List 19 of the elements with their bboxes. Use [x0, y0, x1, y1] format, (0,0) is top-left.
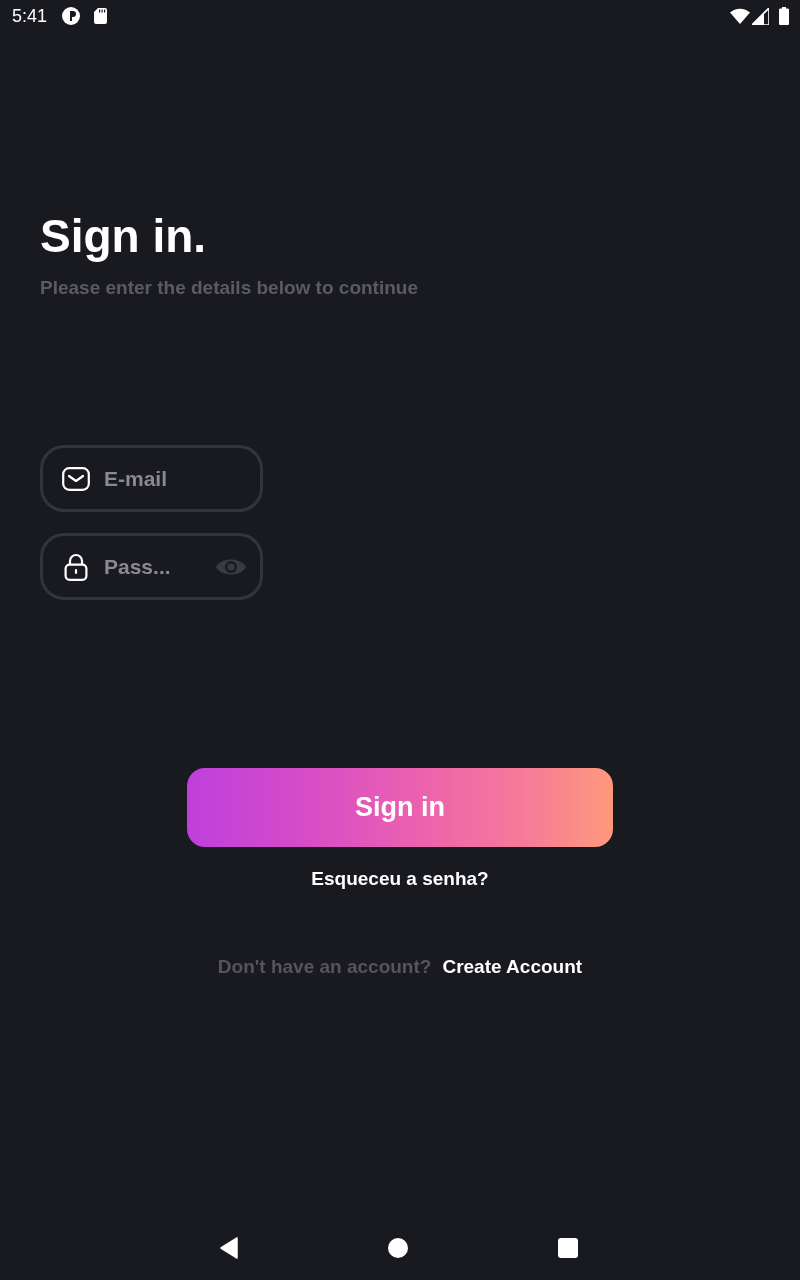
- sd-card-icon: [94, 8, 108, 24]
- page-title: Sign in.: [40, 209, 207, 264]
- create-account-link[interactable]: Create Account: [442, 955, 583, 979]
- mail-icon: [62, 466, 90, 491]
- battery-icon: [779, 7, 789, 25]
- email-field[interactable]: E-mail: [40, 445, 263, 512]
- password-field[interactable]: Pass...: [40, 533, 263, 600]
- signup-prompt: Don't have an account?: [217, 955, 432, 979]
- round-logo-icon: [62, 7, 81, 25]
- home-icon[interactable]: [388, 1238, 408, 1258]
- wifi-icon: [730, 8, 750, 24]
- email-input[interactable]: E-mail: [104, 464, 246, 493]
- page-subtitle: Please enter the details below to continue: [40, 276, 418, 300]
- status-time: 5:41: [12, 6, 48, 26]
- password-input[interactable]: Pass...: [104, 552, 202, 581]
- lock-icon: [64, 552, 88, 581]
- back-icon[interactable]: [220, 1237, 238, 1259]
- forgot-password-link[interactable]: Esqueceu a senha?: [311, 867, 489, 891]
- signal-icon: [752, 7, 769, 25]
